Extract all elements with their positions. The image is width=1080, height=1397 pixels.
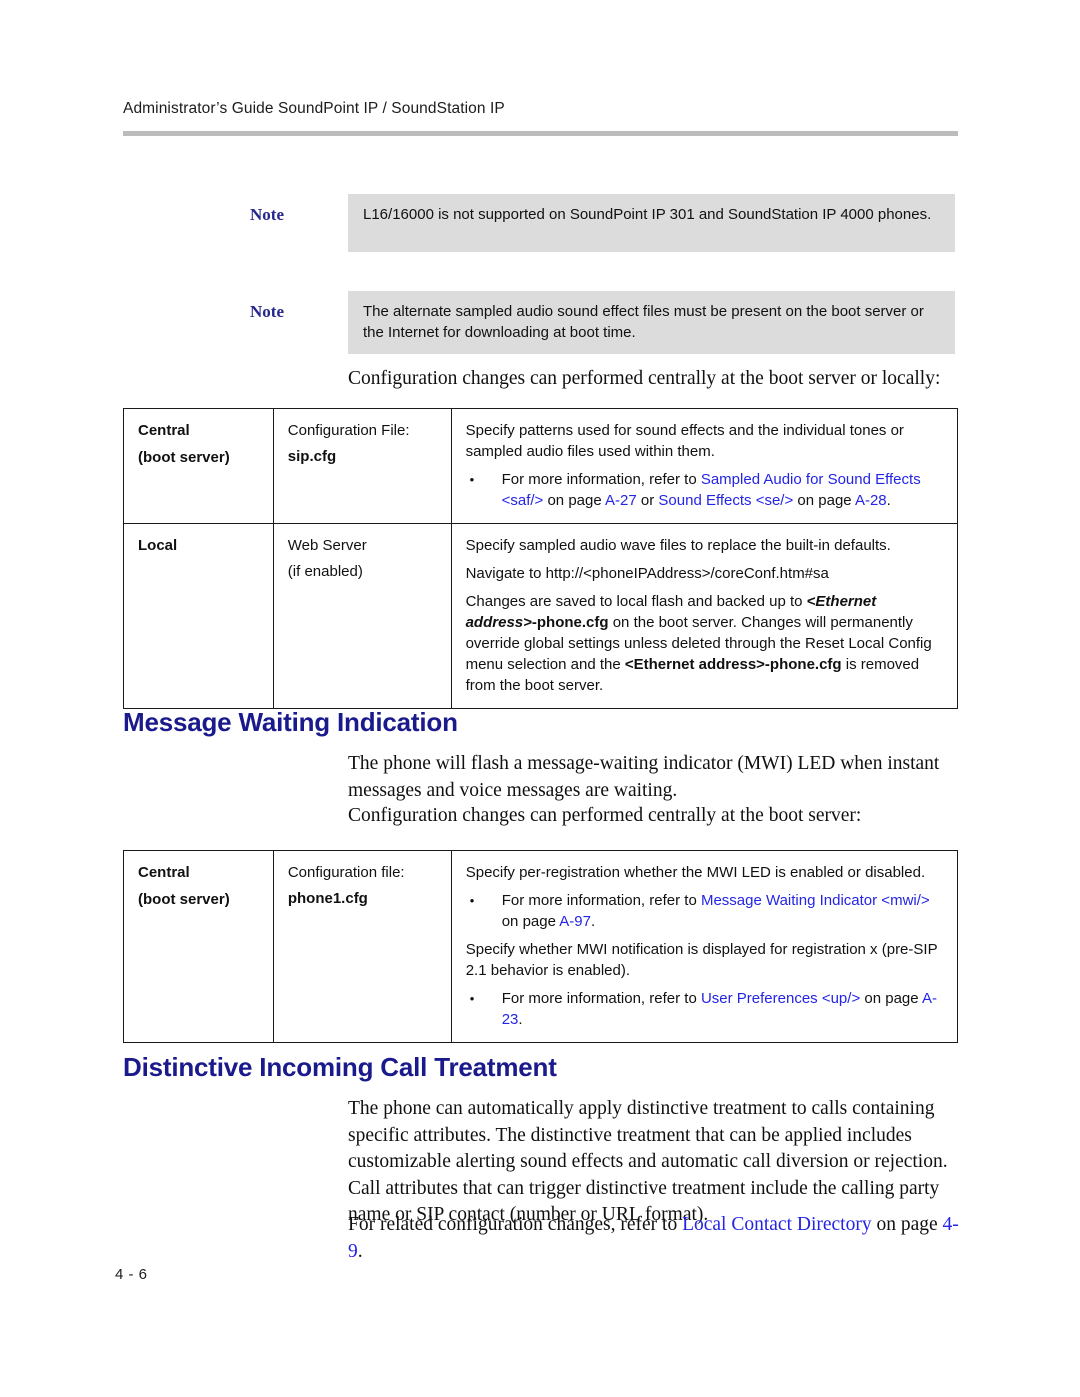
sound-effects-config-table: Central (boot server) Configuration File… bbox=[123, 408, 959, 709]
page-number: 4 - 6 bbox=[115, 1266, 148, 1283]
page-heading-distinctive-incoming-call-treatment: Distinctive Incoming Call Treatment bbox=[123, 1052, 557, 1082]
cross-reference-link[interactable]: User Preferences <up/> bbox=[701, 990, 860, 1007]
note-text: L16/16000 is not supported on SoundPoint… bbox=[348, 194, 955, 252]
distinctive-paragraph-2: For related configuration changes, refer… bbox=[348, 1212, 960, 1265]
bullet-text-mid: on page bbox=[501, 913, 560, 930]
list-item: For more information, refer to User Pref… bbox=[466, 988, 945, 1030]
description-bullet-list: For more information, refer to Sampled A… bbox=[466, 469, 945, 511]
page-heading-message-waiting-indication: Message Waiting Indication bbox=[123, 707, 458, 737]
running-header: Administrator’s Guide SoundPoint IP / So… bbox=[123, 100, 505, 117]
config-file-name: sip.cfg bbox=[287, 448, 337, 465]
cell-config-file: Configuration file: phone1.cfg bbox=[272, 850, 452, 1043]
note-label: Note bbox=[250, 205, 284, 224]
phone-cfg-suffix: -phone.cfg bbox=[531, 614, 609, 631]
description-bullet-list-1: For more information, refer to Message W… bbox=[466, 890, 945, 932]
config-source-label: Web Server bbox=[287, 537, 367, 554]
desc-pre: Changes are saved to local flash and bac… bbox=[465, 593, 807, 610]
scope-line-2: (boot server) bbox=[138, 891, 230, 908]
note-text: The alternate sampled audio sound effect… bbox=[348, 291, 955, 354]
description-paragraph: Specify patterns used for sound effects … bbox=[465, 422, 904, 460]
cross-reference-link[interactable]: Message Waiting Indicator <mwi/> bbox=[701, 892, 930, 909]
config-file-label: Configuration file: bbox=[287, 864, 405, 881]
scope-line-1: Local bbox=[138, 537, 178, 554]
description-bullet-list-2: For more information, refer to User Pref… bbox=[466, 988, 945, 1030]
list-item: For more information, refer to Sampled A… bbox=[466, 469, 945, 511]
cell-scope: Central (boot server) bbox=[123, 850, 274, 1043]
para-pre: For related configuration changes, refer… bbox=[348, 1214, 683, 1235]
cross-reference-link[interactable]: Local Contact Directory bbox=[682, 1214, 872, 1235]
table-row: Central (boot server) Configuration file… bbox=[123, 850, 959, 1043]
config-file-label: Configuration File: bbox=[287, 422, 410, 439]
description-paragraph-2: Navigate to http://<phoneIPAddress>/core… bbox=[465, 565, 829, 582]
bullet-text-mid: on page bbox=[860, 990, 922, 1007]
page-reference-link-2[interactable]: A-28 bbox=[855, 492, 887, 509]
cell-description: Specify per-registration whether the MWI… bbox=[450, 850, 959, 1043]
table-row: Local Web Server (if enabled) Specify sa… bbox=[123, 523, 959, 709]
cell-description: Specify patterns used for sound effects … bbox=[450, 408, 959, 524]
ethernet-address-phone-cfg: <Ethernet address>-phone.cfg bbox=[624, 656, 842, 673]
description-paragraph-1: Specify sampled audio wave files to repl… bbox=[465, 537, 891, 554]
note-label: Note bbox=[250, 302, 284, 321]
cell-description: Specify sampled audio wave files to repl… bbox=[450, 523, 959, 709]
page-reference-link[interactable]: A-97 bbox=[559, 913, 591, 930]
bullet-text-mid-1: on page bbox=[543, 492, 606, 509]
description-paragraph-1: Specify per-registration whether the MWI… bbox=[465, 864, 926, 881]
bullet-text-pre: For more information, refer to bbox=[501, 471, 701, 488]
mwi-config-table: Central (boot server) Configuration file… bbox=[123, 850, 959, 1043]
config-source-note: (if enabled) bbox=[287, 563, 363, 580]
bullet-text-pre: For more information, refer to bbox=[501, 892, 701, 909]
list-item: For more information, refer to Message W… bbox=[466, 890, 945, 932]
cell-scope: Central (boot server) bbox=[123, 408, 274, 524]
bullet-text-end: . bbox=[590, 913, 596, 930]
para-end: . bbox=[357, 1240, 363, 1262]
cross-reference-link-2[interactable]: Sound Effects <se/> bbox=[658, 492, 793, 509]
bullet-text-end: . bbox=[886, 492, 891, 509]
distinctive-paragraph-1: The phone can automatically apply distin… bbox=[348, 1098, 948, 1225]
document-page: Administrator’s Guide SoundPoint IP / So… bbox=[0, 0, 1080, 1397]
config-file-name: phone1.cfg bbox=[287, 890, 368, 907]
bullet-text-mid-2: or bbox=[636, 492, 659, 509]
description-paragraph-2: Specify whether MWI notification is disp… bbox=[465, 941, 938, 979]
mwi-paragraph-1: The phone will flash a message-waiting i… bbox=[348, 753, 940, 801]
bullet-text-end: . bbox=[518, 1011, 523, 1028]
para-mid: on page bbox=[871, 1214, 943, 1235]
intro-paragraph: Configuration changes can performed cent… bbox=[348, 368, 941, 389]
cell-config-file: Web Server (if enabled) bbox=[272, 523, 452, 709]
bullet-text-mid-3: on page bbox=[793, 492, 855, 509]
bullet-text-pre: For more information, refer to bbox=[501, 990, 701, 1007]
cell-scope: Local bbox=[123, 523, 274, 709]
scope-line-1: Central bbox=[138, 422, 190, 439]
header-rule bbox=[123, 131, 958, 136]
table-row: Central (boot server) Configuration File… bbox=[123, 408, 959, 524]
mwi-paragraph-2: Configuration changes can performed cent… bbox=[348, 805, 862, 826]
scope-line-1: Central bbox=[138, 864, 190, 881]
cell-config-file: Configuration File: sip.cfg bbox=[272, 408, 452, 524]
scope-line-2: (boot server) bbox=[138, 449, 230, 466]
page-reference-link[interactable]: A-27 bbox=[605, 492, 637, 509]
description-paragraph-3: Changes are saved to local flash and bac… bbox=[466, 591, 945, 696]
